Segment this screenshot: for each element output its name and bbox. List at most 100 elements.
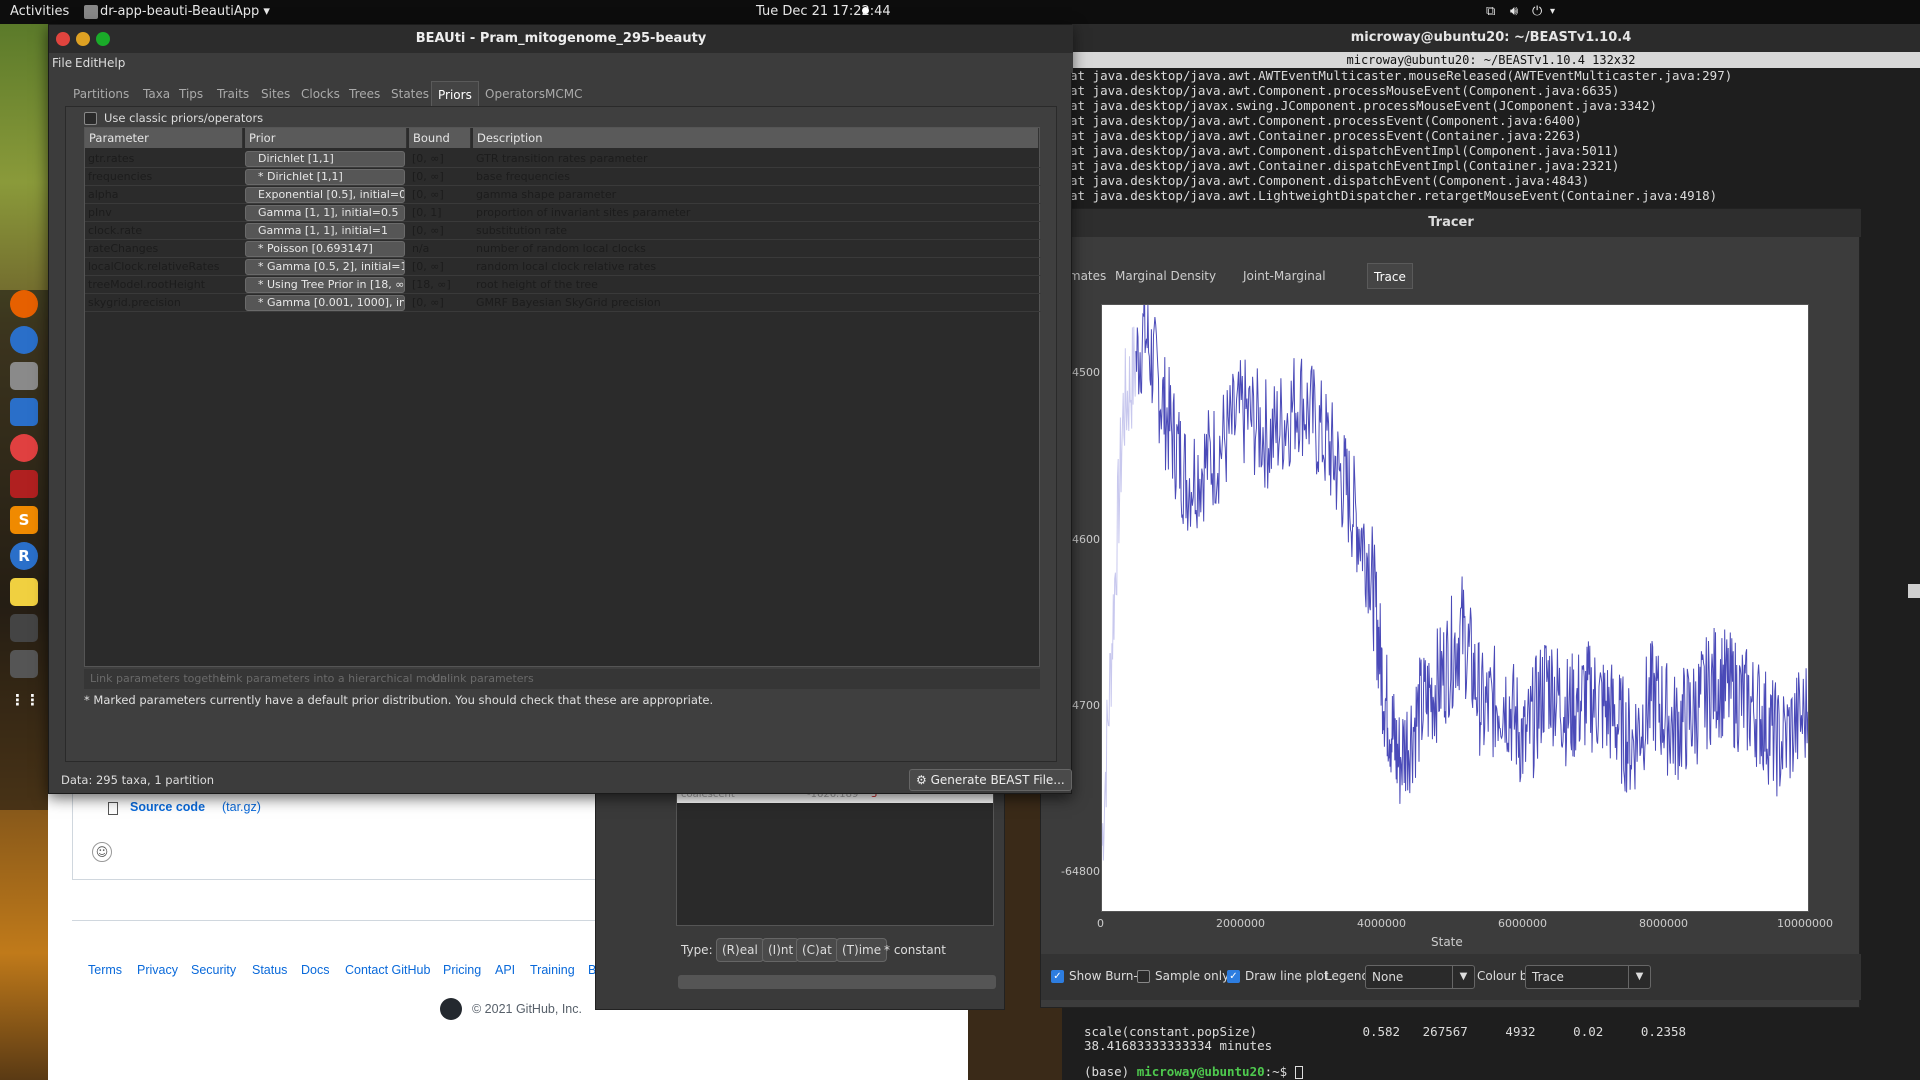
chevron-down-icon: ▼ [1628,966,1650,988]
prior-button[interactable]: * Poisson [0.693147] [245,241,405,257]
r-icon[interactable]: R [10,542,38,570]
type-real-button[interactable]: (R)eal [716,938,764,962]
prior-button[interactable]: * Using Tree Prior in [18, ∞] [245,277,405,293]
footer-link-docs[interactable]: Docs [301,963,329,977]
column-header-parameter[interactable]: Parameter [85,128,243,148]
colour-by-select-value: Trace [1532,970,1564,984]
footer-link-terms[interactable]: Terms [88,963,122,977]
tar-link[interactable]: (tar.gz) [222,800,261,814]
type-int-button[interactable]: (I)nt [762,938,800,962]
terminal-line: at java.desktop/java.awt.Component.proce… [1070,83,1620,98]
firefox-icon[interactable] [10,290,38,318]
text-editor-icon[interactable] [10,578,38,606]
classic-priors-checkbox[interactable] [84,112,97,125]
link-together-button[interactable]: Link parameters together [90,672,231,685]
minimize-window-icon[interactable] [76,32,90,46]
table-row[interactable]: alpha Exponential [0.5], initial=0.5 [0,… [85,186,1041,204]
app-menu[interactable]: dr-app-beauti-BeautiApp ▾ [100,4,270,19]
table-row[interactable]: gtr.rates Dirichlet [1,1] [0, ∞] GTR tra… [85,150,1041,168]
tab-partitions[interactable]: Partitions [67,81,135,107]
prior-button[interactable]: Exponential [0.5], initial=0.5 [245,187,405,203]
prior-button[interactable]: * Gamma [0.001, 1000], initi... [245,295,405,311]
unlink-parameters-button[interactable]: Unlink parameters [432,672,534,685]
legend-select[interactable]: None ▼ [1365,965,1475,989]
thunderbird-icon[interactable] [10,326,38,354]
footer-link-pricing[interactable]: Pricing [443,963,481,977]
system-menu-chevron-icon[interactable]: ▾ [1550,6,1555,17]
prior-button[interactable]: Gamma [1, 1], initial=1 [245,223,405,239]
tab-priors[interactable]: Priors [431,81,479,107]
table-row[interactable]: frequencies * Dirichlet [1,1] [0, ∞] bas… [85,168,1041,186]
footer-link-contact[interactable]: Contact GitHub [345,963,430,977]
footer-link-api[interactable]: API [495,963,515,977]
terminal-prompt[interactable]: (base) microway@ubuntu20:~$ [1084,1064,1303,1079]
app-grid-icon[interactable]: ⋮⋮ [10,686,40,714]
footer-link-privacy[interactable]: Privacy [137,963,178,977]
power-icon[interactable]: ⏻ [1532,4,1542,19]
terminal-scrollbar-thumb[interactable] [1908,584,1920,598]
source-code-link[interactable]: Source code [130,800,205,814]
menu-help[interactable]: Help [98,56,125,70]
github-logo-icon[interactable] [440,998,462,1020]
tab-tips[interactable]: Tips [173,81,209,107]
prior-button[interactable]: Gamma [1, 1], initial=0.5 [245,205,405,221]
sample-only-checkbox[interactable] [1137,970,1150,983]
tab-clocks[interactable]: Clocks [295,81,346,107]
link-hierarchical-button[interactable]: Link parameters into a hierarchical mode… [220,672,450,685]
param-name: gtr.rates [88,152,135,165]
type-time-button[interactable]: (T)ime [836,938,888,962]
tab-joint-marginal[interactable]: Joint-Marginal [1237,263,1332,289]
tab-taxa[interactable]: Taxa [137,81,176,107]
prior-button[interactable]: Dirichlet [1,1] [245,151,405,167]
files-icon[interactable] [10,362,38,390]
tab-traits[interactable]: Traits [211,81,255,107]
menu-file[interactable]: File [52,56,72,70]
param-description: GTR transition rates parameter [476,152,648,165]
tab-sites[interactable]: Sites [255,81,296,107]
generate-beast-file-button[interactable]: ⚙ Generate BEAST File... [909,769,1072,791]
table-row[interactable]: pInv Gamma [1, 1], initial=0.5 [0, 1] pr… [85,204,1041,222]
trace-plot[interactable] [1101,276,1809,912]
footer-link-training[interactable]: Training [530,963,575,977]
terminal-cursor [1294,1066,1303,1079]
close-window-icon[interactable] [56,32,70,46]
table-row[interactable]: localClock.relativeRates * Gamma [0.5, 2… [85,258,1041,276]
colour-by-select[interactable]: Trace ▼ [1525,965,1651,989]
menu-edit[interactable]: Edit [75,56,98,70]
column-header-prior[interactable]: Prior [245,128,407,148]
column-header-bound[interactable]: Bound [409,128,471,148]
param-bound: [0, ∞] [412,170,444,183]
emoji-reaction-icon[interactable]: ☺ [92,842,112,862]
tab-states[interactable]: States [385,81,435,107]
help-icon[interactable] [10,434,38,462]
activities-button[interactable]: Activities [10,4,69,19]
maximize-window-icon[interactable] [96,32,110,46]
type-cat-button[interactable]: (C)at [796,938,838,962]
table-row[interactable]: treeModel.rootHeight * Using Tree Prior … [85,276,1041,294]
footer-link-security[interactable]: Security [191,963,236,977]
volume-icon[interactable]: 🔊︎ [1510,4,1518,19]
show-burnin-checkbox[interactable]: ✓ [1051,970,1064,983]
horizontal-scrollbar[interactable] [678,975,996,989]
tab-marginal-density[interactable]: Marginal Density [1109,263,1222,289]
prior-button[interactable]: * Dirichlet [1,1] [245,169,405,185]
tracer-dock-icon[interactable] [10,650,38,678]
tab-trees[interactable]: Trees [343,81,386,107]
writer-icon[interactable] [10,398,38,426]
terminal-app-icon[interactable] [10,470,38,498]
beauti-dock-icon[interactable] [10,614,38,642]
table-row[interactable]: skygrid.precision * Gamma [0.001, 1000],… [85,294,1041,312]
network-icon[interactable]: ⧉ [1486,4,1495,19]
param-bound: [0, ∞] [412,260,444,273]
column-header-description[interactable]: Description [473,128,1039,148]
clock[interactable]: Tue Dec 21 17:22:44 [756,4,891,19]
table-row[interactable]: rateChanges * Poisson [0.693147] n/a num… [85,240,1041,258]
draw-line-plot-checkbox[interactable]: ✓ [1227,970,1240,983]
param-description: random local clock relative rates [476,260,657,273]
footer-link-status[interactable]: Status [252,963,287,977]
prior-button[interactable]: * Gamma [0.5, 2], initial=1 [245,259,405,275]
table-row[interactable]: clock.rate Gamma [1, 1], initial=1 [0, ∞… [85,222,1041,240]
tab-mcmc[interactable]: MCMC [539,81,588,107]
sublime-icon[interactable]: S [10,506,38,534]
tab-trace[interactable]: Trace [1367,263,1413,289]
